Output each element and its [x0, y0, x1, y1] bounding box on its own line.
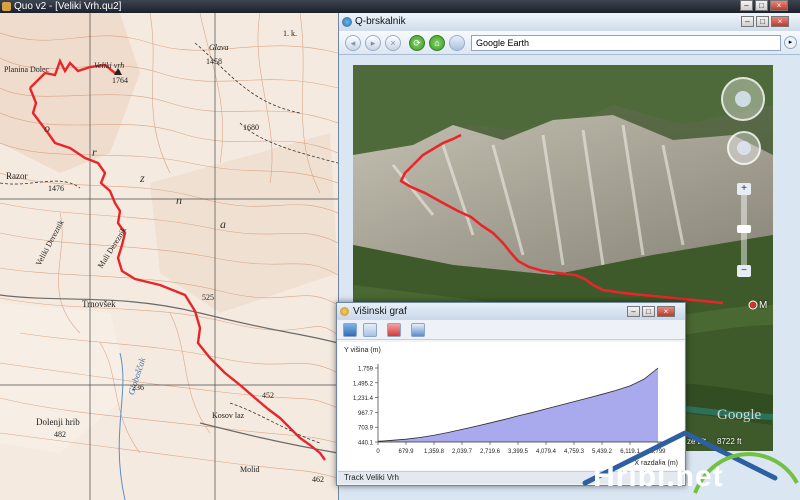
move-control[interactable]	[727, 131, 761, 165]
graph-close-button[interactable]: ×	[657, 306, 675, 317]
map-label-molid: Molid	[240, 465, 260, 474]
address-go-button[interactable]: ▸	[784, 36, 797, 49]
y-tick-label: 1,495.2	[353, 381, 374, 387]
refresh-button[interactable]: ⟳	[409, 35, 425, 51]
layers-icon[interactable]	[449, 35, 465, 51]
browser-toolbar: ◂ ▸ × ⟳ ⌂ Google Earth ▸	[339, 31, 800, 55]
globe-icon	[342, 17, 352, 27]
y-tick-label: 967.7	[358, 411, 374, 417]
save-icon[interactable]	[343, 323, 357, 337]
graph-minimize-button[interactable]: –	[627, 306, 640, 317]
forward-button[interactable]: ▸	[365, 35, 381, 51]
topo-map[interactable]: Planina Dolec Veliki vrh 1764 Glava 1458…	[0, 13, 338, 500]
browser-minimize-button[interactable]: –	[741, 16, 754, 27]
map-label-trnovsek: Trnovšek	[82, 299, 116, 309]
window-icon[interactable]	[411, 323, 425, 337]
y-tick-label: 1,759	[358, 367, 374, 373]
x-tick-label: 2,039.7	[452, 449, 473, 455]
map-label-glava-elev: 1458	[206, 57, 222, 66]
quo-app-icon	[2, 2, 11, 11]
graph-app-icon	[340, 307, 349, 316]
x-tick-label: 3,399.5	[508, 449, 529, 455]
map-label-dolenji: Dolenji hrib	[36, 417, 80, 427]
hribi-logo-text: Hribi.net	[593, 460, 724, 493]
y-tick-label: 703.9	[358, 426, 374, 432]
address-bar[interactable]: Google Earth	[471, 35, 781, 51]
map-label-n: n	[176, 193, 182, 207]
browser-close-button[interactable]: ×	[771, 16, 789, 27]
back-button[interactable]: ◂	[345, 35, 361, 51]
earth-marker-label: M	[759, 300, 768, 311]
close-button[interactable]: ×	[770, 0, 788, 11]
map-label-veliki-vrh-elev: 1764	[112, 76, 128, 85]
graph-maximize-button[interactable]: □	[642, 306, 655, 317]
map-label-1476: 1476	[48, 184, 64, 193]
stop-button[interactable]: ×	[385, 35, 401, 51]
map-label-kosov: Kosov laz	[212, 411, 245, 420]
x-tick-label: 1,359.8	[424, 449, 445, 455]
y-tick-label: 440.1	[358, 441, 374, 447]
map-label-glava: Glava	[209, 43, 229, 52]
x-tick-label: 0	[376, 449, 380, 455]
move-icon	[737, 141, 751, 155]
chart-ylabel: Y višina (m)	[344, 347, 381, 354]
app-title: Quo v2 - [Veliki Vrh.qu2]	[14, 1, 122, 12]
home-button[interactable]: ⌂	[429, 35, 445, 51]
map-label-1680: 1680	[243, 123, 259, 132]
map-label-452: 452	[262, 391, 274, 400]
map-label-r: r	[92, 145, 97, 159]
map-label-veliki-vrh: Veliki vrh	[94, 61, 125, 70]
minimize-button[interactable]: –	[740, 0, 753, 11]
x-tick-label: 4,079.4	[536, 449, 557, 455]
compass-icon	[735, 91, 751, 107]
graph-titlebar: Višinski graf – □ ×	[337, 303, 685, 320]
y-tick-label: 1,231.4	[353, 396, 374, 402]
browser-titlebar: Q-brskalnik – □ ×	[339, 13, 800, 31]
map-label-o: o	[44, 121, 50, 135]
map-label-razor: Razor	[6, 171, 28, 181]
graph-title: Višinski graf	[353, 306, 407, 317]
zoom-thumb[interactable]	[737, 225, 751, 233]
x-tick-label: 2,719.6	[480, 449, 501, 455]
map-label-236: 236	[132, 383, 144, 392]
zoom-out-button[interactable]: −	[737, 265, 751, 277]
browser-title: Q-brskalnik	[355, 16, 406, 27]
map-label-z: z	[140, 171, 145, 185]
layers-icon[interactable]	[363, 323, 377, 337]
look-around-control[interactable]	[721, 77, 765, 121]
browser-maximize-button[interactable]: □	[756, 16, 769, 27]
map-label-corner: 1. k.	[283, 29, 297, 38]
maximize-button[interactable]: □	[755, 0, 768, 11]
map-label-525: 525	[202, 293, 214, 302]
zoom-in-button[interactable]: +	[737, 183, 751, 195]
x-tick-label: 679.9	[398, 449, 414, 455]
map-label-462: 462	[312, 475, 324, 484]
eraser-icon[interactable]	[387, 323, 401, 337]
graph-toolbar	[337, 320, 685, 340]
map-label-planina: Planina Dolec	[4, 65, 50, 74]
map-label-a: a	[220, 217, 226, 231]
app-titlebar: Quo v2 - [Veliki Vrh.qu2] – □ ×	[0, 0, 800, 13]
google-logo: Google	[717, 407, 762, 423]
map-label-482: 482	[54, 430, 66, 439]
